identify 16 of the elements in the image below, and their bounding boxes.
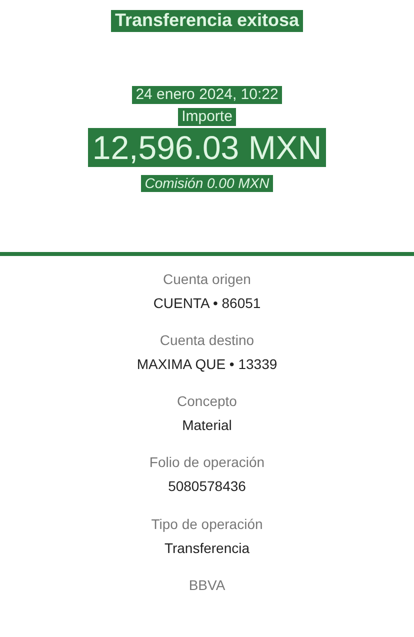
- detail-value: Material: [182, 416, 232, 434]
- detail-value: CUENTA • 86051: [153, 294, 261, 312]
- detail-label: Cuenta origen: [163, 270, 251, 288]
- date-time: 24 enero 2024, 10:22: [132, 86, 282, 104]
- fee-text: Comisión 0.00 MXN: [140, 175, 274, 192]
- detail-value: Transferencia: [164, 538, 250, 557]
- detail-value: MAXIMA QUE • 13339: [136, 355, 278, 374]
- detail-label: Cuenta destino: [160, 331, 254, 350]
- detail-value: 5080578436: [168, 477, 246, 496]
- amount: 12,596.03 MXN: [88, 128, 326, 168]
- detail-label: Folio de operación: [149, 453, 265, 472]
- amount-label: Importe: [178, 108, 236, 126]
- success-title: Transferencia exitosa: [110, 10, 304, 32]
- detail-label: Tipo de operación: [151, 514, 263, 533]
- detail-label: BBVA: [188, 576, 226, 594]
- detail-label: Concepto: [177, 392, 237, 410]
